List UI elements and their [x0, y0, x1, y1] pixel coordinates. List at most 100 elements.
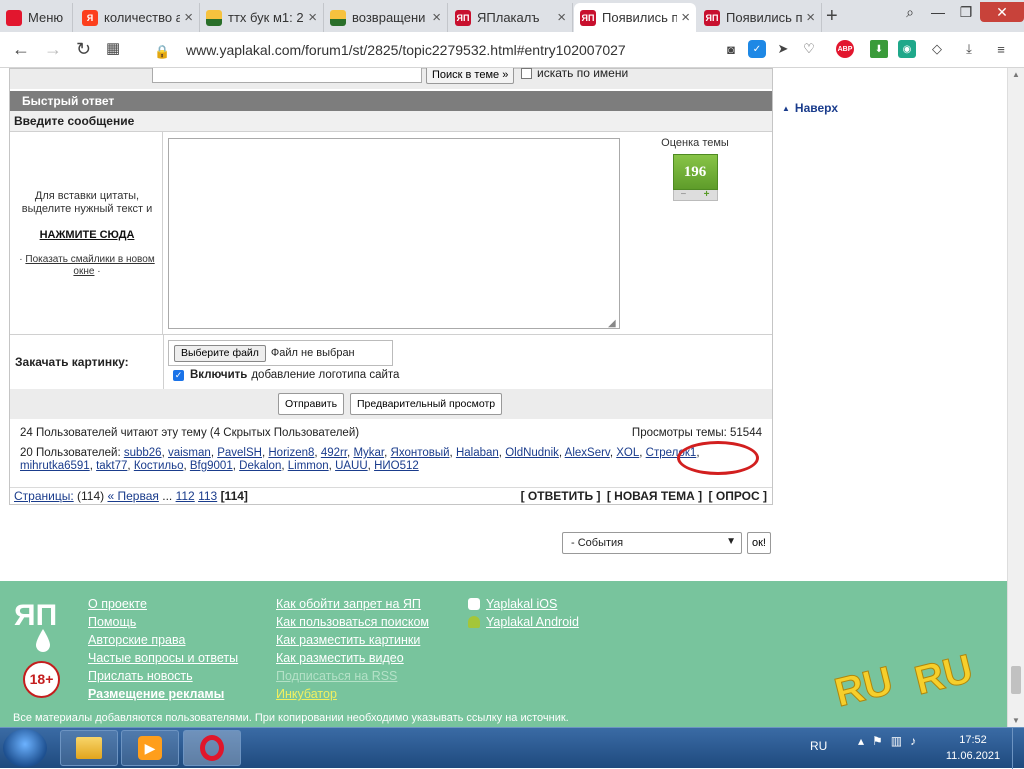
tab-image-2[interactable]: возвращени × [324, 3, 448, 32]
press-here-anchor[interactable]: НАЖМИТЕ СЮДА [40, 229, 135, 241]
file-input[interactable]: Выберите файл Файл не выбран [168, 340, 393, 366]
pages-label[interactable]: Страницы: [14, 489, 74, 503]
close-tab-icon[interactable]: × [184, 9, 193, 26]
search-tabs-icon[interactable]: ⌕ [896, 4, 924, 21]
page-link-113[interactable]: 113 [198, 489, 217, 503]
user-link[interactable]: takt77 [96, 460, 127, 472]
user-link[interactable]: OldNudnik [505, 447, 559, 459]
user-link[interactable]: Horizen8 [268, 447, 314, 459]
url-field[interactable]: www.yaplakal.com/forum1/st/2825/topic227… [186, 42, 626, 58]
new-tab-icon[interactable]: + [826, 5, 838, 28]
search-by-name[interactable]: искать по имени [521, 68, 628, 80]
heart-icon[interactable]: ♡ [800, 40, 818, 58]
ruru-logo[interactable]: RU RU [830, 646, 1000, 727]
user-link[interactable]: Костильо [134, 460, 184, 472]
flag-icon[interactable]: ⚑ [872, 734, 883, 748]
tab-yaplakal[interactable]: ЯП ЯПлакалъ × [449, 3, 573, 32]
topic-search-input[interactable] [152, 68, 422, 83]
press-here-link[interactable]: НАЖМИТЕ СЮДА [14, 229, 160, 241]
downloads-icon[interactable]: ⤓ [960, 40, 978, 58]
user-link[interactable]: Limmon [288, 460, 329, 472]
minimize-icon[interactable]: — [924, 4, 952, 20]
close-tab-icon[interactable]: × [308, 9, 317, 26]
extension-icon[interactable]: ◉ [898, 40, 916, 58]
send-icon[interactable]: ➤ [774, 40, 792, 58]
footer-link-incubator[interactable]: Инкубатор [276, 685, 429, 703]
close-tab-icon[interactable]: × [557, 9, 566, 26]
preview-button[interactable]: Предварительный просмотр [350, 393, 503, 415]
user-link[interactable]: mihrutka6591 [20, 460, 90, 472]
scroll-down-icon[interactable]: ▼ [1008, 716, 1024, 725]
close-tab-icon[interactable]: × [681, 9, 690, 26]
events-ok-button[interactable]: ок! [747, 532, 771, 554]
footer-link-ads[interactable]: Размещение рекламы [88, 685, 238, 703]
send-button[interactable]: Отправить [278, 393, 345, 415]
show-smiles-link[interactable]: Показать смайлики в новом окне [25, 254, 154, 277]
rating-minus-icon[interactable]: − [681, 190, 687, 200]
back-to-top-link[interactable]: ▲ Наверх [782, 101, 838, 115]
tray-arrow-icon[interactable]: ▴ [858, 734, 864, 748]
choose-file-button[interactable]: Выберите файл [174, 344, 266, 362]
shield-icon[interactable]: ✓ [748, 40, 766, 58]
user-link[interactable]: vaisman [168, 447, 211, 459]
adblock-icon[interactable]: ABP [836, 40, 854, 58]
tab-yaplakal-2[interactable]: ЯП Появились п × [698, 3, 822, 32]
poll-link[interactable]: [ ОПРОС ] [709, 489, 767, 503]
reload-icon[interactable]: ↻ [76, 39, 91, 59]
user-link[interactable]: Яхонтовый [391, 447, 450, 459]
clock[interactable]: 17:52 11.06.2021 [940, 732, 1006, 764]
tab-yandex[interactable]: Я количество а × [76, 3, 200, 32]
user-link[interactable]: subb26 [124, 447, 162, 459]
user-link[interactable]: AlexServ [565, 447, 610, 459]
footer-link[interactable]: Авторские права [88, 631, 238, 649]
user-link[interactable]: Dekalon [239, 460, 281, 472]
back-icon[interactable]: ← [12, 39, 30, 59]
footer-link[interactable]: Как разместить видео [276, 649, 429, 667]
network-icon[interactable]: ▥ [891, 734, 902, 748]
user-link[interactable]: PavelSH [217, 447, 262, 459]
lock-icon[interactable]: 🔒 [154, 42, 170, 62]
forward-icon[interactable]: → [44, 39, 62, 59]
tab-image-1[interactable]: ттх бук м1: 2 × [200, 3, 324, 32]
user-link[interactable]: 492rr [321, 447, 347, 459]
new-topic-link[interactable]: [ НОВАЯ ТЕМА ] [607, 489, 702, 503]
first-page-link[interactable]: « Первая [107, 489, 158, 503]
reply-link[interactable]: [ ОТВЕТИТЬ ] [521, 489, 601, 503]
footer-link[interactable]: Как обойти запрет на ЯП [276, 595, 429, 613]
android-app-link[interactable]: Yaplakal Android [468, 613, 579, 631]
user-link[interactable]: Halaban [456, 447, 499, 459]
tab-active[interactable]: ЯП Появились п × [574, 3, 696, 32]
volume-icon[interactable]: ♪ [910, 734, 916, 748]
close-tab-icon[interactable]: × [806, 9, 815, 26]
logo-checkbox[interactable]: ✓ [173, 369, 184, 381]
topic-search-button[interactable]: Поиск в теме » [426, 68, 515, 84]
logo-option[interactable]: ✓ Включить добавление логотипа сайта [173, 369, 399, 381]
footer-link[interactable]: Частые вопросы и ответы [88, 649, 238, 667]
show-desktop-button[interactable] [1012, 728, 1024, 769]
cube-icon[interactable]: ◇ [928, 40, 946, 58]
footer-link-rss[interactable]: Подписаться на RSS [276, 667, 429, 685]
speed-dial-icon[interactable]: ▦ [106, 39, 120, 59]
by-name-checkbox[interactable] [521, 68, 532, 79]
close-tab-icon[interactable]: × [432, 9, 441, 26]
footer-link[interactable]: Как разместить картинки [276, 631, 429, 649]
user-link[interactable]: XOL [616, 447, 639, 459]
resize-grip-icon[interactable]: ◢ [608, 318, 616, 329]
close-window-icon[interactable]: ✕ [980, 2, 1024, 22]
footer-link[interactable]: Как пользоваться поиском [276, 613, 429, 631]
language-indicator[interactable]: RU [810, 739, 827, 753]
taskbar-explorer[interactable] [60, 730, 118, 766]
message-textarea[interactable] [168, 138, 620, 329]
footer-link[interactable]: Прислать новость [88, 667, 238, 685]
maximize-icon[interactable]: ❐ [952, 4, 980, 21]
user-link[interactable]: Bfg9001 [190, 460, 233, 472]
ios-app-link[interactable]: Yaplakal iOS [468, 595, 579, 613]
vertical-scrollbar[interactable]: ▲ ▼ [1007, 68, 1024, 727]
events-select[interactable]: - События ▼ [562, 532, 742, 554]
user-link[interactable]: НИО512 [374, 460, 419, 472]
tab-menu[interactable]: Меню [0, 3, 73, 32]
scroll-up-icon[interactable]: ▲ [1008, 70, 1024, 79]
scrollbar-thumb[interactable] [1011, 666, 1021, 694]
taskbar-media-player[interactable]: ▶ [121, 730, 179, 766]
user-link[interactable]: Mykar [353, 447, 384, 459]
